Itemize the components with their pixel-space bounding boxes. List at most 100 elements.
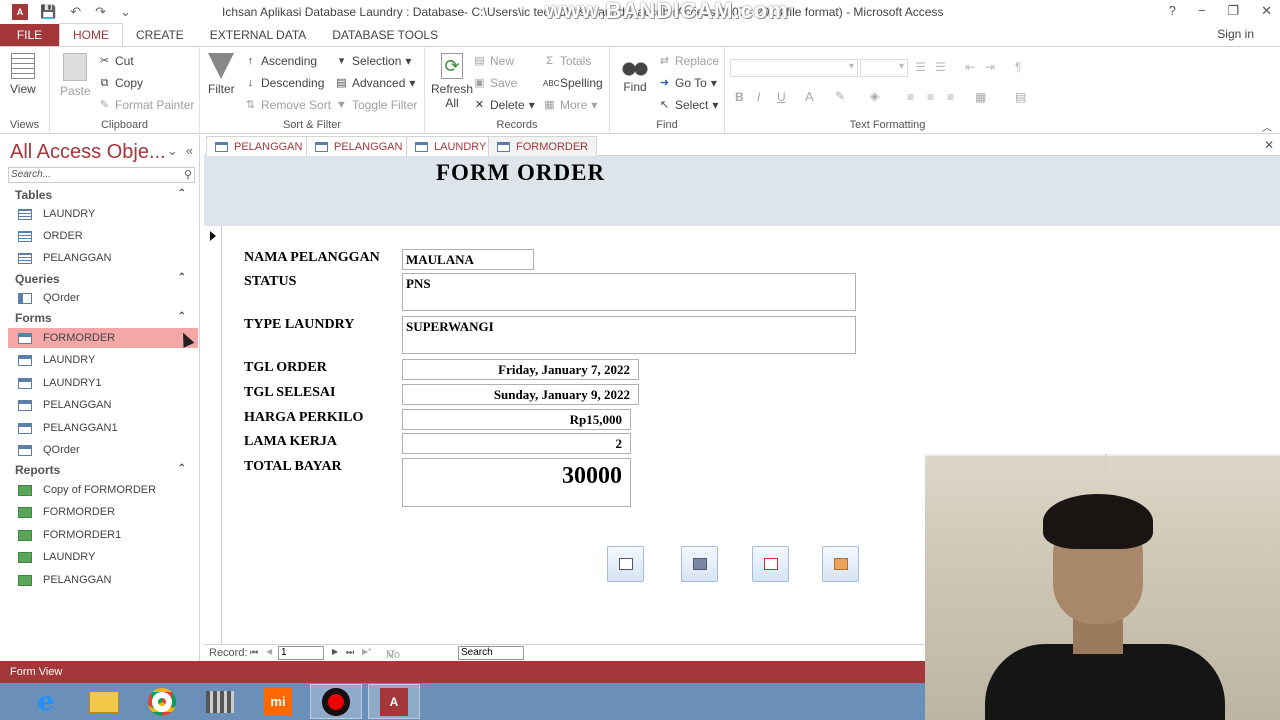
nav-pane-title[interactable]: All Access Obje...: [10, 141, 166, 164]
numbering-icon[interactable]: ☰: [935, 60, 946, 74]
spelling-button[interactable]: ABC Spelling: [543, 76, 603, 90]
gridlines-icon[interactable]: ▦: [975, 90, 986, 104]
bold-button[interactable]: B: [735, 90, 744, 104]
sign-in-link[interactable]: Sign in: [1217, 27, 1254, 41]
delete-record-button-form[interactable]: [752, 546, 789, 582]
next-record-icon[interactable]: ▶: [332, 647, 338, 656]
more-button[interactable]: ▦ More ▾: [543, 98, 597, 112]
new-record-button[interactable]: ▤ New: [473, 54, 514, 68]
nav-item-form-pelanggan1[interactable]: PELANGGAN1: [8, 418, 198, 438]
access-app-icon[interactable]: A: [12, 4, 28, 20]
tab-home[interactable]: HOME: [59, 23, 123, 46]
doc-tab-pelanggan-2[interactable]: PELANGGAN: [306, 136, 412, 156]
align-right-icon[interactable]: ≡: [947, 90, 954, 104]
close-form-button[interactable]: [822, 546, 859, 582]
goto-button[interactable]: ➜ Go To ▾: [658, 76, 717, 90]
doc-tab-laundry[interactable]: LAUNDRY: [406, 136, 496, 156]
field-type-laundry[interactable]: SUPERWANGI: [402, 316, 856, 354]
first-record-icon[interactable]: ⏮: [250, 647, 258, 658]
tab-external-data[interactable]: EXTERNAL DATA: [197, 24, 319, 46]
nav-item-table-laundry[interactable]: LAUNDRY: [8, 204, 198, 224]
mi-app-icon[interactable]: mi: [252, 684, 304, 719]
chrome-icon[interactable]: [136, 684, 188, 719]
nav-item-report-pelanggan[interactable]: PELANGGAN: [8, 570, 198, 590]
indent-decrease-icon[interactable]: ⇤: [965, 60, 975, 74]
last-record-icon[interactable]: ⏭: [346, 647, 354, 658]
bandicam-icon[interactable]: [310, 684, 362, 719]
format-painter-button[interactable]: ✎ Format Painter: [98, 98, 194, 112]
font-name-dropdown[interactable]: ▾: [730, 59, 858, 77]
record-search-input[interactable]: Search: [458, 646, 524, 660]
align-center-icon[interactable]: ≡: [927, 90, 934, 104]
save-icon[interactable]: 💾: [40, 4, 56, 20]
restore-button[interactable]: ❐: [1227, 3, 1239, 19]
new-blank-record-icon[interactable]: ▶*: [362, 647, 371, 656]
help-button[interactable]: ?: [1169, 3, 1176, 19]
delete-record-button[interactable]: ✕ Delete ▾: [473, 98, 535, 112]
tab-create[interactable]: CREATE: [123, 24, 197, 46]
file-explorer-icon[interactable]: [78, 684, 130, 719]
paragraph-icon[interactable]: ¶: [1015, 60, 1021, 74]
find-button[interactable]: Find: [622, 53, 648, 94]
current-record-input[interactable]: 1: [278, 646, 324, 660]
save-record-button[interactable]: ▣ Save: [473, 76, 517, 90]
nav-item-table-order[interactable]: ORDER: [8, 226, 198, 246]
font-color-button[interactable]: A: [805, 89, 814, 104]
field-lama-kerja[interactable]: 2: [402, 433, 631, 454]
add-record-button[interactable]: [607, 546, 644, 582]
tab-file[interactable]: FILE: [0, 24, 59, 46]
align-left-icon[interactable]: ≡: [907, 90, 914, 104]
save-record-button-form[interactable]: [681, 546, 718, 582]
tab-database-tools[interactable]: DATABASE TOOLS: [319, 24, 451, 46]
refresh-all-button[interactable]: ⟳ Refresh All: [431, 53, 473, 110]
prev-record-icon[interactable]: ◀: [266, 647, 272, 656]
record-selector[interactable]: [204, 226, 222, 644]
nav-item-table-pelanggan[interactable]: PELANGGAN: [8, 248, 198, 268]
section-reports[interactable]: Reports ⌃: [15, 463, 190, 477]
nav-item-form-laundry[interactable]: LAUNDRY: [8, 350, 198, 370]
internet-explorer-icon[interactable]: e: [20, 684, 72, 719]
nav-item-report-formorder[interactable]: FORMORDER: [8, 502, 198, 522]
field-tgl-selesai[interactable]: Sunday, January 9, 2022: [402, 384, 639, 405]
paste-button[interactable]: Paste: [60, 53, 91, 98]
nav-item-report-formorder1[interactable]: FORMORDER1: [8, 525, 198, 545]
nav-item-form-formorder[interactable]: FORMORDER: [8, 328, 198, 348]
search-icon[interactable]: ⚲: [184, 168, 192, 182]
field-tgl-order[interactable]: Friday, January 7, 2022: [402, 359, 639, 380]
nav-item-form-pelanggan[interactable]: PELANGGAN: [8, 395, 198, 415]
section-tables[interactable]: Tables ⌃: [15, 188, 190, 202]
redo-icon[interactable]: ↷: [95, 4, 106, 20]
bullets-icon[interactable]: ☰: [915, 60, 926, 74]
replace-button[interactable]: ⇄ Replace: [658, 54, 719, 68]
film-app-icon[interactable]: [194, 684, 246, 719]
field-nama-pelanggan[interactable]: MAULANA: [402, 249, 534, 270]
font-size-dropdown[interactable]: ▾: [860, 59, 908, 77]
chevron-down-icon[interactable]: ⌄: [167, 143, 178, 159]
nav-item-report-laundry[interactable]: LAUNDRY: [8, 547, 198, 567]
undo-icon[interactable]: ↶: [70, 4, 81, 20]
access-taskbar-icon[interactable]: A: [368, 684, 420, 719]
doc-tab-formorder[interactable]: FORMORDER: [488, 136, 598, 156]
nav-search-input[interactable]: Search... ⚲: [8, 167, 195, 183]
ascending-button[interactable]: ↑ Ascending: [244, 54, 317, 68]
shutter-bar-icon[interactable]: «: [186, 143, 193, 159]
nav-item-report-copy-of-formorder[interactable]: Copy of FORMORDER: [8, 480, 198, 500]
advanced-button[interactable]: ▤ Advanced ▾: [335, 76, 415, 90]
field-total-bayar[interactable]: 30000: [402, 458, 631, 507]
toggle-filter-button[interactable]: ▼ Toggle Filter: [335, 98, 417, 112]
cut-button[interactable]: ✂ Cut: [98, 54, 134, 68]
nav-item-form-qorder[interactable]: QOrder: [8, 440, 198, 460]
field-harga-perkilo[interactable]: Rp15,000: [402, 409, 631, 430]
totals-button[interactable]: Σ Totals: [543, 54, 591, 68]
remove-sort-button[interactable]: ⇅ Remove Sort: [244, 98, 331, 112]
customize-qat-icon[interactable]: ⌄: [120, 4, 131, 20]
underline-button[interactable]: U: [777, 90, 786, 104]
fill-color-icon[interactable]: ◈: [870, 89, 879, 103]
view-button[interactable]: View: [10, 53, 36, 96]
filter-button[interactable]: Filter: [208, 53, 235, 96]
minimize-button[interactable]: −: [1198, 3, 1206, 19]
collapse-ribbon-icon[interactable]: ︿: [1262, 119, 1272, 134]
italic-button[interactable]: I: [757, 90, 760, 104]
close-button[interactable]: ✕: [1261, 3, 1272, 19]
select-button[interactable]: ↖ Select ▾: [658, 98, 719, 112]
